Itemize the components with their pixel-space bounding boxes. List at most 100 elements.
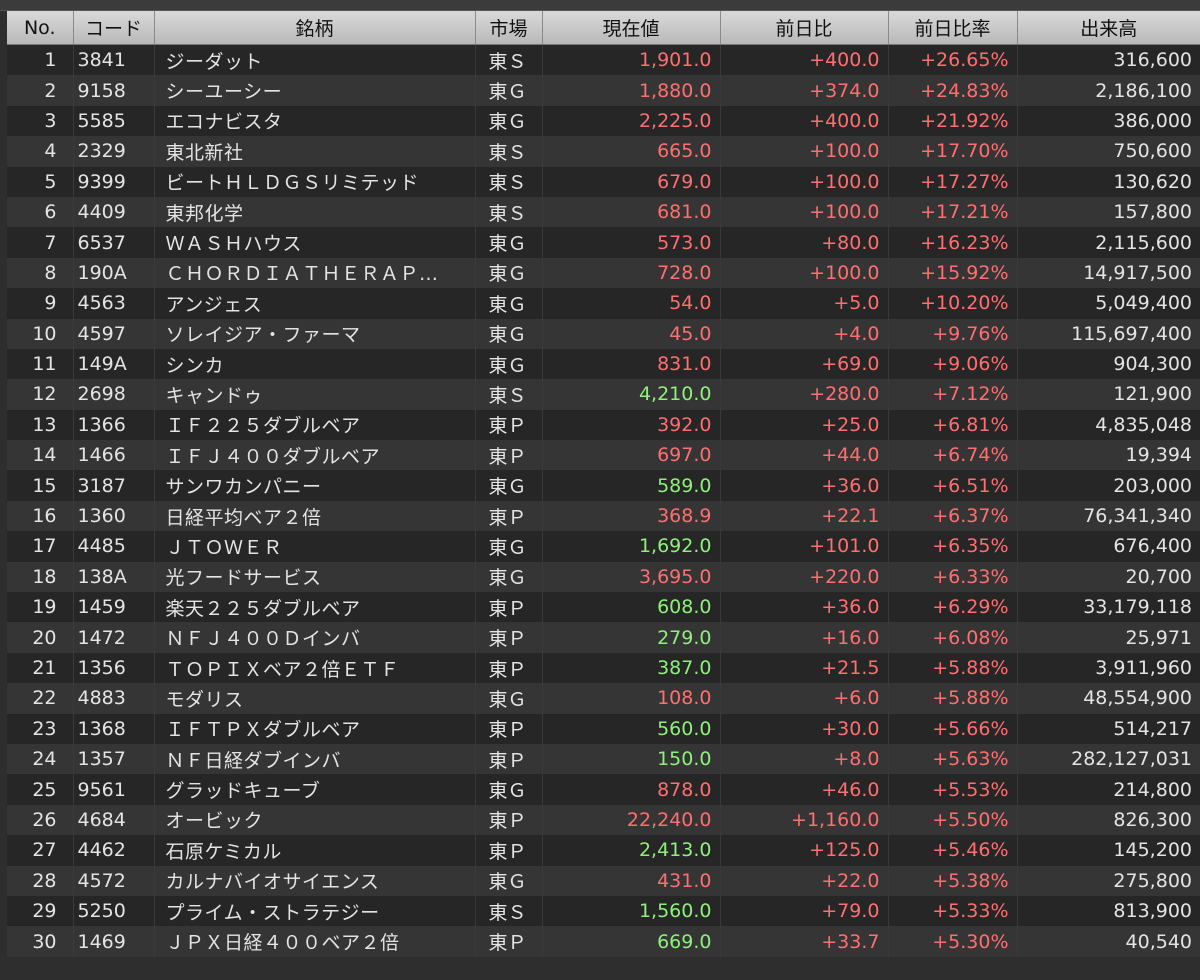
code-cell: 3841	[73, 44, 155, 76]
table-header: No. コード 銘柄 市場 現在値 前日比 前日比率 出来高	[7, 11, 1200, 45]
volume-cell: 203,000	[1017, 470, 1200, 501]
table-row[interactable]: 9 4563 アンジェス 東Ｇ 54.0 +5.0 +10.20% 5,049,400	[7, 288, 1200, 319]
volume-cell: 275,800	[1017, 865, 1200, 896]
code-cell: 190A	[73, 257, 155, 289]
table-row[interactable]: 14 1466 ＩＦＪ４００ダブルベア 東Ｐ 697.0 +44.0 +6.74% 19,39…	[7, 440, 1200, 471]
volume-cell: 2,186,100	[1017, 75, 1200, 106]
table-row[interactable]: 12 2698 キャンドゥ 東Ｓ 4,210.0 +280.0 +7.12% 121,900	[7, 379, 1200, 410]
table-row[interactable]: 11 149A シンカ 東Ｇ 831.0 +69.0 +9.06% 904,300	[7, 348, 1200, 380]
column-header-change[interactable]: 前日比	[720, 11, 889, 45]
code-cell: 4597	[73, 318, 155, 349]
price-cell: 831.0	[542, 348, 721, 380]
rank-cell: 1	[7, 44, 74, 76]
volume-cell: 121,900	[1017, 379, 1200, 410]
price-cell: 4,210.0	[542, 379, 721, 410]
table-row[interactable]: 5 9399 ビートＨＬＤＧＳリミテッド 東Ｓ 679.0 +100.0 +17.27% 13…	[7, 166, 1200, 197]
volume-cell: 282,127,031	[1017, 743, 1200, 775]
change-cell: +25.0	[720, 409, 889, 441]
rank-cell: 10	[7, 318, 74, 349]
column-header-code[interactable]: コード	[73, 11, 155, 45]
price-cell: 368.9	[542, 500, 721, 532]
change-cell: +22.1	[720, 500, 889, 532]
price-cell: 2,225.0	[542, 105, 721, 137]
change-cell: +101.0	[720, 531, 889, 562]
column-header-volume[interactable]: 出来高	[1017, 11, 1200, 45]
column-header-market[interactable]: 市場	[475, 11, 543, 45]
code-cell: 4684	[73, 804, 155, 836]
code-cell: 1356	[73, 652, 155, 684]
rank-cell: 17	[7, 531, 74, 562]
table-row[interactable]: 30 1469 ＪＰＸ日経４００ベア２倍 東Ｐ 669.0 +33.7 +5.30% 40,5…	[7, 926, 1200, 957]
code-cell: 4572	[73, 865, 155, 896]
stock-name-cell: ＴＯＰＩＸベア２倍ＥＴＦ	[154, 652, 476, 684]
table-row[interactable]: 13 1366 ＩＦ２２５ダブルベア 東Ｐ 392.0 +25.0 +6.81% 4,835,…	[7, 409, 1200, 441]
change-cell: +8.0	[720, 743, 889, 775]
market-cell: 東Ｓ	[475, 44, 543, 76]
column-header-rate[interactable]: 前日比率	[888, 11, 1018, 45]
column-header-price[interactable]: 現在値	[542, 11, 721, 45]
change-cell: +5.0	[720, 288, 889, 319]
table-row[interactable]: 3 5585 エコナビスタ 東Ｇ 2,225.0 +400.0 +21.92% 386,000	[7, 105, 1200, 137]
table-row[interactable]: 20 1472 ＮＦＪ４００Ｄインバ 東Ｐ 279.0 +16.0 +6.08% 25,971	[7, 622, 1200, 653]
stock-name-cell: 石原ケミカル	[154, 835, 476, 866]
market-cell: 東Ｓ	[475, 895, 543, 927]
price-cell: 573.0	[542, 227, 721, 258]
rank-cell: 19	[7, 592, 74, 623]
rank-cell: 6	[7, 196, 74, 228]
table-row[interactable]: 21 1356 ＴＯＰＩＸベア２倍ＥＴＦ 東Ｐ 387.0 +21.5 +5.88% 3,91…	[7, 652, 1200, 684]
table-row[interactable]: 15 3187 サンワカンパニー 東Ｇ 589.0 +36.0 +6.51% 203,000	[7, 470, 1200, 501]
table-row[interactable]: 24 1357 ＮＦ日経ダブインバ 東Ｐ 150.0 +8.0 +5.63% 282,127,…	[7, 743, 1200, 775]
table-row[interactable]: 6 4409 東邦化学 東Ｓ 681.0 +100.0 +17.21% 157,800	[7, 196, 1200, 228]
volume-cell: 3,911,960	[1017, 652, 1200, 684]
column-header-name[interactable]: 銘柄	[154, 11, 476, 45]
table-row[interactable]: 29 5250 プライム・ストラテジー 東Ｓ 1,560.0 +79.0 +5.33% 813…	[7, 895, 1200, 927]
rank-cell: 4	[7, 136, 74, 167]
price-cell: 22,240.0	[542, 804, 721, 836]
table-row[interactable]: 4 2329 東北新社 東Ｓ 665.0 +100.0 +17.70% 750,600	[7, 136, 1200, 167]
change-rate-cell: +15.92%	[888, 257, 1018, 289]
code-cell: 1472	[73, 622, 155, 653]
market-cell: 東Ｓ	[475, 196, 543, 228]
change-cell: +280.0	[720, 379, 889, 410]
code-cell: 9158	[73, 75, 155, 106]
price-cell: 279.0	[542, 622, 721, 653]
table-row[interactable]: 7 6537 ＷＡＳＨハウス 東Ｇ 573.0 +80.0 +16.23% 2,115,600	[7, 227, 1200, 258]
price-cell: 681.0	[542, 196, 721, 228]
table-row[interactable]: 28 4572 カルナバイオサイエンス 東Ｇ 431.0 +22.0 +5.38% 275,8…	[7, 865, 1200, 896]
market-cell: 東Ｐ	[475, 804, 543, 836]
change-cell: +400.0	[720, 44, 889, 76]
table-row[interactable]: 23 1368 ＩＦＴＰＸダブルベア 東Ｐ 560.0 +30.0 +5.66% 514,21…	[7, 713, 1200, 744]
volume-cell: 19,394	[1017, 440, 1200, 471]
table-row[interactable]: 8 190A ＣＨＯＲＤＩＡＴＨＥＲＡＰ… 東Ｇ 728.0 +100.0 +15.92% 1…	[7, 257, 1200, 289]
table-row[interactable]: 27 4462 石原ケミカル 東Ｐ 2,413.0 +125.0 +5.46% 145,200	[7, 835, 1200, 866]
table-row[interactable]: 25 9561 グラッドキューブ 東Ｇ 878.0 +46.0 +5.53% 214,800	[7, 774, 1200, 805]
table-row[interactable]: 2 9158 シーユーシー 東Ｇ 1,880.0 +374.0 +24.83% 2,186,1…	[7, 75, 1200, 106]
market-cell: 東Ｐ	[475, 926, 543, 957]
stock-name-cell: ＪＴＯＷＥＲ	[154, 531, 476, 562]
code-cell: 138A	[73, 561, 155, 593]
table-row[interactable]: 19 1459 楽天２２５ダブルベア 東Ｐ 608.0 +36.0 +6.29% 33,179…	[7, 592, 1200, 623]
price-cell: 589.0	[542, 470, 721, 501]
code-cell: 3187	[73, 470, 155, 501]
market-cell: 東Ｇ	[475, 288, 543, 319]
code-cell: 149A	[73, 348, 155, 380]
change-rate-cell: +5.33%	[888, 895, 1018, 927]
column-header-no[interactable]: No.	[7, 11, 74, 45]
table-row[interactable]: 16 1360 日経平均ベア２倍 東Ｐ 368.9 +22.1 +6.37% 76,341,3…	[7, 500, 1200, 532]
table-row[interactable]: 18 138A 光フードサービス 東Ｇ 3,695.0 +220.0 +6.33% 20,70…	[7, 561, 1200, 593]
volume-cell: 33,179,118	[1017, 592, 1200, 623]
price-cell: 392.0	[542, 409, 721, 441]
volume-cell: 115,697,400	[1017, 318, 1200, 349]
change-rate-cell: +5.88%	[888, 652, 1018, 684]
stock-name-cell: ＷＡＳＨハウス	[154, 227, 476, 258]
stock-name-cell: ＩＦＴＰＸダブルベア	[154, 713, 476, 744]
table-row[interactable]: 26 4684 オービック 東Ｐ 22,240.0 +1,160.0 +5.50% 826,3…	[7, 804, 1200, 836]
volume-cell: 750,600	[1017, 136, 1200, 167]
table-row[interactable]: 17 4485 ＪＴＯＷＥＲ 東Ｇ 1,692.0 +101.0 +6.35% 676,400	[7, 531, 1200, 562]
stock-name-cell: ソレイジア・ファーマ	[154, 318, 476, 349]
table-row[interactable]: 22 4883 モダリス 東Ｇ 108.0 +6.0 +5.88% 48,554,900	[7, 683, 1200, 714]
table-row[interactable]: 10 4597 ソレイジア・ファーマ 東Ｇ 45.0 +4.0 +9.76% 115,697,…	[7, 318, 1200, 349]
stock-name-cell: 東北新社	[154, 136, 476, 167]
table-row[interactable]: 1 3841 ジーダット 東Ｓ 1,901.0 +400.0 +26.65% 316,600	[7, 44, 1200, 76]
rank-cell: 12	[7, 379, 74, 410]
